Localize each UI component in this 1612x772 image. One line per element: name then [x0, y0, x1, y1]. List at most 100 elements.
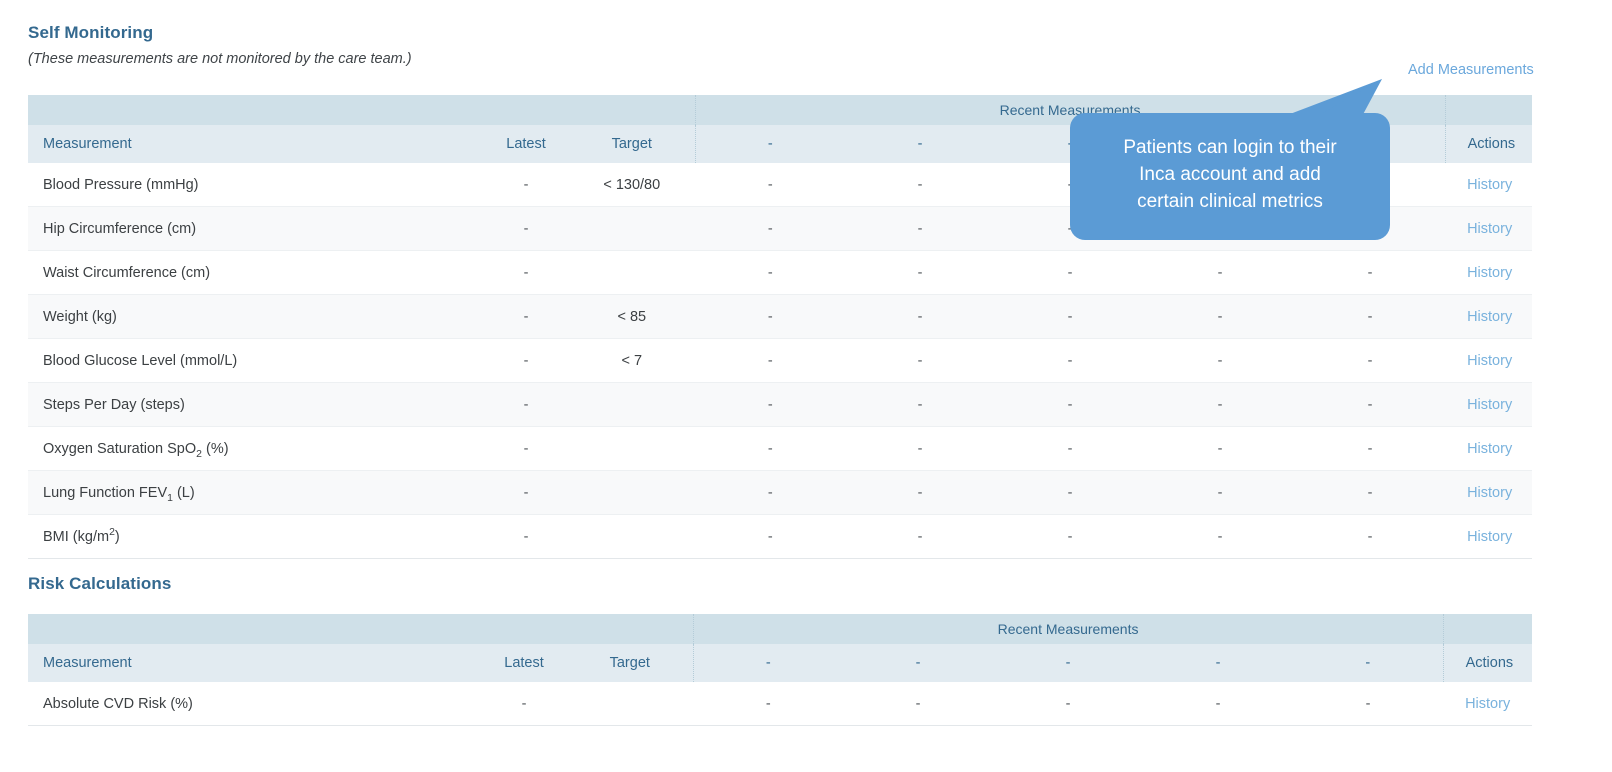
self-monitoring-target-value: < 130/80: [569, 163, 696, 207]
table-row: Hip Circumference (cm) - - - - - - History: [28, 206, 1533, 251]
self-monitoring-recent-value-5: -: [1295, 163, 1446, 207]
self-monitoring-recent-value-5: -: [1295, 294, 1446, 339]
self-monitoring-page: Self Monitoring (These measurements are …: [0, 0, 1612, 772]
self-monitoring-recent-value-4: -: [1145, 206, 1296, 251]
risk-col-recent-2[interactable]: -: [843, 644, 994, 682]
self-monitoring-recent-value-1: -: [695, 338, 846, 383]
col-measurement[interactable]: Measurement: [28, 125, 483, 163]
risk-col-recent-3[interactable]: -: [993, 644, 1144, 682]
risk-calculations-table-body: Absolute CVD Risk (%) - - - - - - History: [28, 682, 1533, 726]
table-row: Blood Glucose Level (mmol/L) - < 7- - - - - His…: [28, 338, 1533, 383]
self-monitoring-recent-value-3: -: [995, 206, 1146, 251]
self-monitoring-target-value: [569, 426, 696, 471]
self-monitoring-measurement-name: Waist Circumference (cm): [28, 250, 483, 295]
self-monitoring-recent-value-1: -: [695, 163, 846, 207]
risk-group-header-recent-measurements: Recent Measurements: [692, 614, 1444, 644]
col-recent-4[interactable]: -: [1145, 125, 1296, 163]
table-row: Absolute CVD Risk (%) - - - - - - History: [28, 682, 1533, 726]
self-monitoring-measurement-name: Steps Per Day (steps): [28, 382, 483, 427]
history-link[interactable]: History: [1467, 397, 1512, 413]
risk-calculations-title: Risk Calculations: [28, 574, 172, 593]
self-monitoring-recent-value-5: -: [1295, 426, 1446, 471]
table-row: Oxygen Saturation SpO2 (%) - - - - - - History: [28, 426, 1533, 471]
risk-col-latest[interactable]: Latest: [481, 644, 567, 682]
self-monitoring-target-value: < 85: [569, 294, 696, 339]
history-link[interactable]: History: [1467, 485, 1512, 501]
history-link[interactable]: History: [1467, 177, 1512, 193]
self-monitoring-recent-value-3: -: [995, 426, 1146, 471]
self-monitoring-recent-value-4: -: [1145, 294, 1296, 339]
risk-calculation-recent-value-5: -: [1293, 682, 1444, 726]
self-monitoring-latest-value: -: [483, 206, 569, 251]
risk-col-recent-4[interactable]: -: [1143, 644, 1294, 682]
col-target[interactable]: Target: [569, 125, 696, 163]
risk-col-measurement[interactable]: Measurement: [28, 644, 481, 682]
self-monitoring-recent-value-4: -: [1145, 382, 1296, 427]
history-link[interactable]: History: [1467, 529, 1512, 545]
history-link[interactable]: History: [1467, 265, 1512, 281]
self-monitoring-target-value: [569, 514, 696, 559]
self-monitoring-recent-value-2: -: [845, 382, 996, 427]
col-latest[interactable]: Latest: [483, 125, 569, 163]
group-header-actions-spacer: [1444, 95, 1533, 125]
self-monitoring-recent-value-2: -: [845, 514, 996, 559]
self-monitoring-recent-value-3: -: [995, 514, 1146, 559]
self-monitoring-measurement-name: Oxygen Saturation SpO2 (%): [28, 426, 483, 471]
self-monitoring-target-value: < 7: [569, 338, 696, 383]
col-actions: Actions: [1444, 125, 1533, 163]
risk-calculation-measurement-name: Absolute CVD Risk (%): [28, 682, 481, 726]
history-link[interactable]: History: [1467, 441, 1512, 457]
self-monitoring-recent-value-2: -: [845, 426, 996, 471]
self-monitoring-recent-value-2: -: [845, 250, 996, 295]
col-recent-1[interactable]: -: [694, 125, 846, 163]
history-link[interactable]: History: [1467, 353, 1512, 369]
self-monitoring-recent-value-1: -: [695, 250, 846, 295]
self-monitoring-latest-value: -: [483, 338, 569, 383]
self-monitoring-recent-value-3: -: [995, 163, 1146, 207]
self-monitoring-latest-value: -: [483, 250, 569, 295]
self-monitoring-actions-cell: History: [1445, 294, 1533, 339]
group-header-spacer: [28, 95, 696, 125]
self-monitoring-recent-value-5: -: [1295, 470, 1446, 515]
add-measurements-link[interactable]: Add Measurements: [1408, 62, 1534, 78]
self-monitoring-actions-cell: History: [1445, 470, 1533, 515]
self-monitoring-target-value: [569, 470, 696, 515]
history-link[interactable]: History: [1467, 221, 1512, 237]
self-monitoring-recent-value-2: -: [845, 470, 996, 515]
table-row: Blood Pressure (mmHg) - < 130/80- - - - - Histo…: [28, 163, 1533, 207]
self-monitoring-latest-value: -: [483, 470, 569, 515]
risk-calculation-recent-value-1: -: [693, 682, 844, 726]
self-monitoring-recent-value-5: -: [1295, 514, 1446, 559]
self-monitoring-latest-value: -: [483, 426, 569, 471]
risk-calculation-recent-value-3: -: [993, 682, 1144, 726]
table-row: Lung Function FEV1 (L) - - - - - - History: [28, 470, 1533, 515]
self-monitoring-actions-cell: History: [1445, 206, 1533, 251]
self-monitoring-measurement-name: BMI (kg/m2): [28, 514, 483, 559]
risk-group-header-spacer: [28, 614, 694, 644]
risk-group-header-actions-spacer: [1442, 614, 1533, 644]
history-link[interactable]: History: [1465, 696, 1510, 712]
column-header-row: Measurement Latest Target - - - - - Acti…: [28, 125, 1533, 163]
self-monitoring-measurement-name: Lung Function FEV1 (L): [28, 470, 483, 515]
self-monitoring-measurement-name: Weight (kg): [28, 294, 483, 339]
col-recent-3[interactable]: -: [995, 125, 1146, 163]
self-monitoring-recent-value-4: -: [1145, 470, 1296, 515]
group-header-recent-measurements: Recent Measurements: [694, 95, 1446, 125]
self-monitoring-actions-cell: History: [1445, 382, 1533, 427]
risk-col-recent-1[interactable]: -: [692, 644, 844, 682]
page-title: Self Monitoring: [28, 23, 154, 42]
col-recent-5[interactable]: -: [1295, 125, 1446, 163]
self-monitoring-target-value: [569, 250, 696, 295]
self-monitoring-actions-cell: History: [1445, 338, 1533, 383]
risk-col-target[interactable]: Target: [567, 644, 694, 682]
self-monitoring-actions-cell: History: [1445, 250, 1533, 295]
self-monitoring-latest-value: -: [483, 514, 569, 559]
table-row: BMI (kg/m2) - - - - - - History: [28, 514, 1533, 559]
self-monitoring-recent-value-4: -: [1145, 163, 1296, 207]
col-recent-2[interactable]: -: [845, 125, 996, 163]
risk-col-recent-5[interactable]: -: [1293, 644, 1444, 682]
self-monitoring-actions-cell: History: [1445, 426, 1533, 471]
history-link[interactable]: History: [1467, 309, 1512, 325]
self-monitoring-recent-value-5: -: [1295, 382, 1446, 427]
self-monitoring-recent-value-3: -: [995, 294, 1146, 339]
